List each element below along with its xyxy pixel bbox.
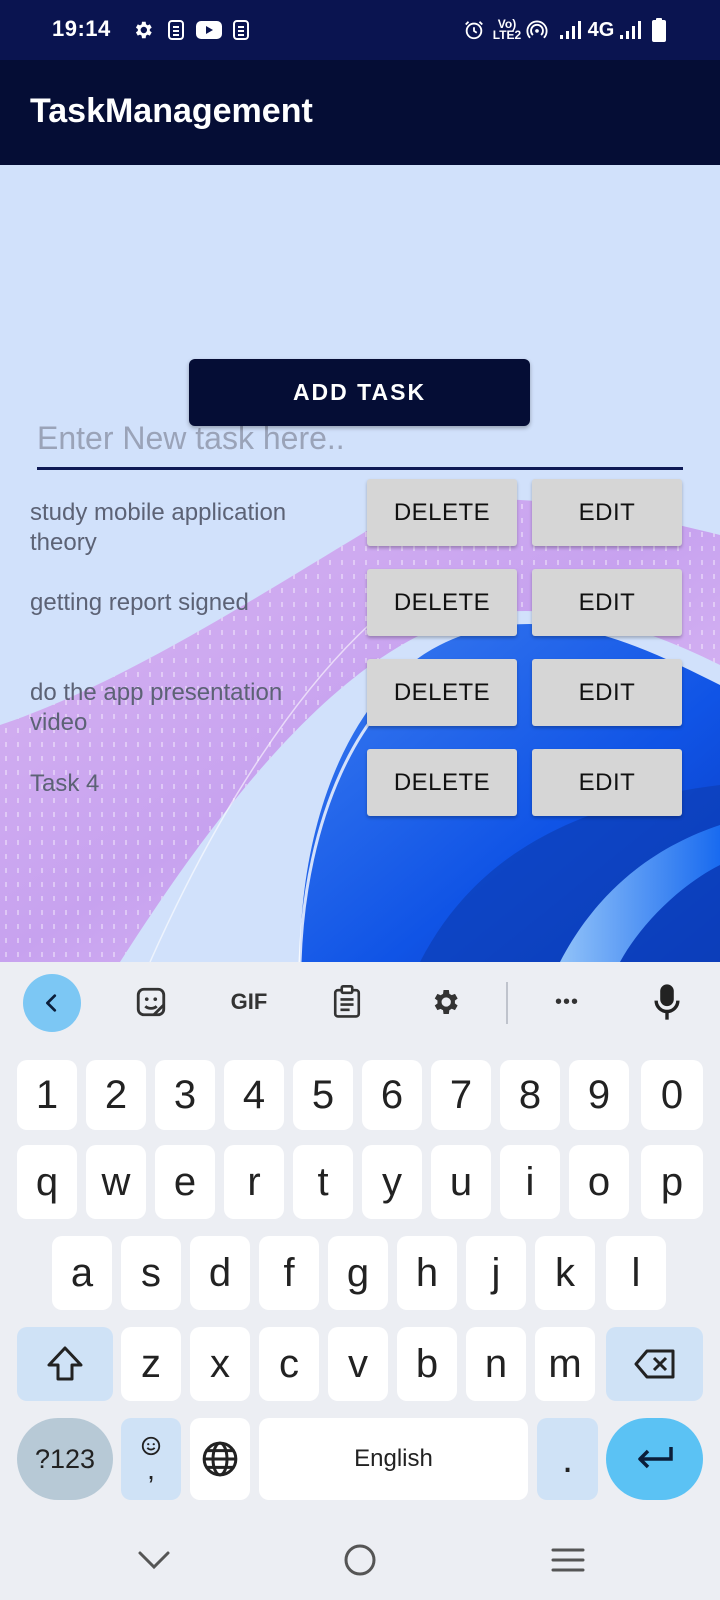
gif-icon[interactable]: GIF — [220, 977, 278, 1027]
key-o[interactable]: o — [569, 1145, 629, 1219]
language-key[interactable] — [190, 1418, 250, 1500]
key-8[interactable]: 8 — [500, 1060, 560, 1130]
key-j[interactable]: j — [466, 1236, 526, 1310]
space-key[interactable]: English — [259, 1418, 528, 1500]
key-b[interactable]: b — [397, 1327, 457, 1401]
app-title: TaskManagement — [30, 92, 313, 130]
key-x[interactable]: x — [190, 1327, 250, 1401]
key-i[interactable]: i — [500, 1145, 560, 1219]
more-icon[interactable]: ••• — [538, 977, 596, 1027]
comma-label: , — [147, 1454, 155, 1485]
chevron-down-icon[interactable] — [130, 1536, 178, 1584]
gear-icon — [130, 16, 156, 44]
battery-icon — [651, 16, 667, 44]
key-1[interactable]: 1 — [17, 1060, 77, 1130]
key-7[interactable]: 7 — [431, 1060, 491, 1130]
key-6[interactable]: 6 — [362, 1060, 422, 1130]
edit-task-button[interactable]: EDIT — [532, 569, 682, 636]
key-e[interactable]: e — [155, 1145, 215, 1219]
period-key[interactable]: . — [537, 1418, 598, 1500]
edit-task-button[interactable]: EDIT — [532, 479, 682, 546]
key-v[interactable]: v — [328, 1327, 388, 1401]
sticker-icon[interactable] — [122, 977, 180, 1027]
delete-task-button[interactable]: DELETE — [367, 659, 517, 726]
task-item-label: study mobile application theory — [30, 499, 287, 556]
key-9[interactable]: 9 — [569, 1060, 629, 1130]
key-f[interactable]: f — [259, 1236, 319, 1310]
key-n[interactable]: n — [466, 1327, 526, 1401]
edit-task-button[interactable]: EDIT — [532, 659, 682, 726]
key-r[interactable]: r — [224, 1145, 284, 1219]
backspace-key[interactable] — [606, 1327, 703, 1401]
wallpaper-image — [0, 499, 720, 962]
key-5[interactable]: 5 — [293, 1060, 353, 1130]
home-circle-icon[interactable] — [336, 1536, 384, 1584]
shift-key[interactable] — [17, 1327, 113, 1401]
signal-icon — [618, 16, 644, 44]
key-h[interactable]: h — [397, 1236, 457, 1310]
key-w[interactable]: w — [86, 1145, 146, 1219]
network-type: 4G — [587, 18, 615, 41]
clipboard-icon[interactable] — [318, 977, 376, 1027]
key-2[interactable]: 2 — [86, 1060, 146, 1130]
status-time: 19:14 — [52, 16, 111, 41]
hotspot-icon — [525, 16, 549, 44]
key-t[interactable]: t — [293, 1145, 353, 1219]
key-u[interactable]: u — [431, 1145, 491, 1219]
add-task-button[interactable]: ADD TASK — [189, 359, 530, 426]
key-3[interactable]: 3 — [155, 1060, 215, 1130]
key-g[interactable]: g — [328, 1236, 388, 1310]
edit-task-button[interactable]: EDIT — [532, 749, 682, 816]
task-item-label: getting report signed — [30, 589, 249, 616]
delete-task-button[interactable]: DELETE — [367, 479, 517, 546]
key-y[interactable]: y — [362, 1145, 422, 1219]
globe-icon — [202, 1441, 238, 1477]
settings-icon[interactable] — [416, 977, 474, 1027]
key-l[interactable]: l — [606, 1236, 666, 1310]
task-item-label: do the app presentation video — [30, 679, 283, 736]
key-d[interactable]: d — [190, 1236, 250, 1310]
key-4[interactable]: 4 — [224, 1060, 284, 1130]
key-c[interactable]: c — [259, 1327, 319, 1401]
key-0[interactable]: 0 — [641, 1060, 703, 1130]
key-s[interactable]: s — [121, 1236, 181, 1310]
main-content — [0, 165, 720, 962]
back-icon[interactable] — [23, 974, 81, 1032]
signal-icon — [558, 16, 584, 44]
alarm-icon — [462, 16, 486, 44]
volte-icon: Vo) LTE2 — [492, 17, 522, 42]
mic-icon[interactable] — [638, 977, 696, 1027]
key-a[interactable]: a — [52, 1236, 112, 1310]
sim-icon — [230, 16, 252, 44]
enter-icon — [637, 1447, 673, 1469]
backspace-icon — [634, 1349, 674, 1379]
key-k[interactable]: k — [535, 1236, 595, 1310]
menu-icon[interactable] — [544, 1536, 592, 1584]
delete-task-button[interactable]: DELETE — [367, 749, 517, 816]
shift-icon — [47, 1346, 83, 1381]
key-q[interactable]: q — [17, 1145, 77, 1219]
toolbar-divider — [506, 982, 508, 1024]
emoji-comma-key[interactable]: , — [121, 1418, 181, 1500]
delete-task-button[interactable]: DELETE — [367, 569, 517, 636]
status-bar: 19:14 Vo) LTE2 4G — [0, 0, 720, 60]
symbols-key[interactable]: ?123 — [17, 1418, 113, 1500]
key-m[interactable]: m — [535, 1327, 595, 1401]
key-z[interactable]: z — [121, 1327, 181, 1401]
key-p[interactable]: p — [641, 1145, 703, 1219]
sim-icon — [165, 16, 187, 44]
youtube-icon — [195, 16, 223, 44]
enter-key[interactable] — [606, 1418, 703, 1500]
task-item-label: Task 4 — [30, 770, 100, 797]
